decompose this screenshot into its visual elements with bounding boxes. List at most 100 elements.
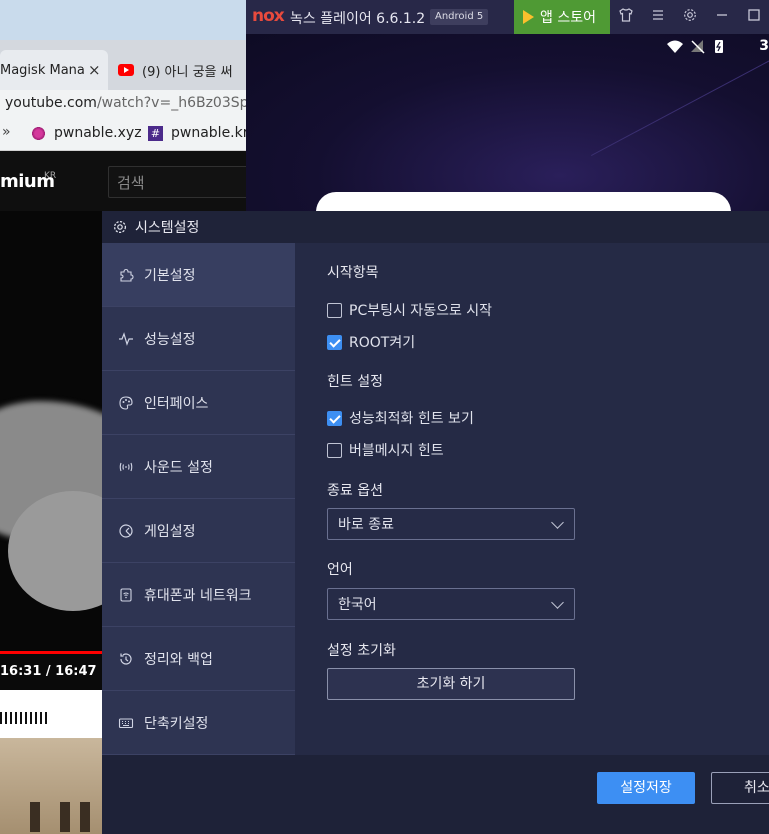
bookmark-label: pwnable.xyz [54,125,142,141]
checkbox-root[interactable]: ROOT켜기 [327,332,415,352]
checkbox-bubble-hint[interactable]: 버블메시지 힌트 [327,440,444,460]
settings-sidebar: 기본설정 성능설정 인터페이스 사운드 설정 게임설정 휴대폰과 네트워크 정리… [102,243,295,755]
android-version-badge: Android 5 [430,9,489,25]
android-wallpaper [246,33,769,211]
tab-label: (9) 아니 궁을 써 [142,64,233,80]
settings-gear-icon[interactable] [680,7,700,27]
bookmark-pwnable-xyz[interactable]: pwnable.xyz [31,125,142,141]
sidebar-item-label: 인터페이스 [144,395,209,412]
pwnable-kr-icon: # [148,125,163,141]
sidebar-item-label: 단축키설정 [144,715,209,732]
play-store-icon [523,10,534,24]
pwnable-xyz-icon [31,125,46,141]
browser-tab-magisk[interactable]: Magisk Mana × [0,50,108,90]
sidebar-item-interface[interactable]: 인터페이스 [102,371,295,435]
checkbox-label: 성능최적화 힌트 보기 [349,411,474,427]
barcode-graphic [0,712,50,724]
settings-gear-icon [113,220,127,234]
app-store-button[interactable]: 앱 스토어 [514,0,610,34]
sound-wave-icon [119,462,133,471]
wifi-device-icon [120,587,132,602]
sidebar-item-backup[interactable]: 정리와 백업 [102,627,295,691]
browser-tab-youtube[interactable]: (9) 아니 궁을 써 [118,50,246,90]
window-shape [60,802,70,832]
history-icon [120,652,132,665]
youtube-icon [118,64,134,76]
select-value: 한국어 [338,597,377,613]
checkbox-label: PC부팅시 자동으로 시작 [349,303,493,319]
checkbox-checked[interactable] [327,334,342,350]
app-store-label: 앱 스토어 [540,10,596,26]
section-title-reset: 설정 초기화 [327,643,396,659]
puzzle-icon [120,268,134,282]
checkbox-perf-hint[interactable]: 성능최적화 힌트 보기 [327,408,474,428]
nox-title: 녹스 플레이어 6.6.1.2 [290,11,426,27]
sidebar-item-shortcuts[interactable]: 단축키설정 [102,691,295,755]
sidebar-item-label: 정리와 백업 [144,651,213,668]
checkbox-checked[interactable] [327,410,342,426]
url-path: /watch?v=_h6Bz03Spw0 [96,95,246,111]
dialog-footer: 설정저장 취소 [102,755,769,834]
sidebar-item-label: 기본설정 [144,267,196,284]
status-clock: 3 [759,38,769,54]
android-search-card[interactable] [316,192,731,211]
sidebar-item-label: 사운드 설정 [144,459,213,476]
checkbox-unchecked[interactable] [327,442,342,458]
sidebar-item-basic[interactable]: 기본설정 [102,243,295,307]
sidebar-item-label: 게임설정 [144,523,196,540]
minimize-icon[interactable] [712,7,732,27]
window-shape [80,802,90,832]
select-value: 바로 종료 [338,517,394,533]
android-status-bar: 3 [665,36,769,58]
shirt-icon[interactable] [616,7,636,27]
settings-content: 시작항목 PC부팅시 자동으로 시작 ROOT켜기 힌트 설정 성능최적화 힌트… [295,243,769,755]
sidebar-item-label: 휴대폰과 네트워크 [144,587,252,604]
browser-titlebar [0,0,246,40]
sidebar-item-sound[interactable]: 사운드 설정 [102,435,295,499]
region-label: KR [44,171,57,181]
menu-icon[interactable] [648,7,668,27]
cancel-button[interactable]: 취소 [711,772,769,804]
system-settings-dialog: 시스템설정 기본설정 성능설정 인터페이스 사운드 설정 게임설정 휴대폰과 네… [102,211,769,834]
checkbox-label: ROOT켜기 [349,335,416,351]
reset-button[interactable]: 초기화 하기 [327,668,575,700]
browser-tabstrip: Magisk Mana × (9) 아니 궁을 써 [0,40,246,90]
chevron-down-icon [551,596,564,609]
youtube-search-input[interactable]: 검색 [108,166,246,198]
dialog-title: 시스템설정 [135,220,200,236]
sidebar-item-phone-network[interactable]: 휴대폰과 네트워크 [102,563,295,627]
nox-logo: nox [252,6,285,26]
section-title-startup: 시작항목 [327,265,379,281]
maximize-icon[interactable] [744,7,764,27]
bookmarks-more-icon[interactable]: » [2,124,11,140]
pulse-icon [119,331,133,346]
tab-label: Magisk Mana [0,62,85,78]
keyboard-icon [118,717,134,728]
section-title-hints: 힌트 설정 [327,374,383,390]
section-title-language: 언어 [327,562,353,578]
gauge-icon [119,523,133,538]
nox-player-window: nox 녹스 플레이어 6.6.1.2 Android 5 앱 스토어 3 [246,0,769,211]
section-title-exit: 종료 옵션 [327,483,383,499]
bookmarks-bar: » pwnable.xyz # pwnable.kr [0,118,246,151]
address-bar[interactable]: youtube.com/watch?v=_h6Bz03Spw0 [0,90,246,118]
dialog-titlebar[interactable]: 시스템설정 [102,211,769,243]
video-time: 16:31 / 16:47 [0,664,97,679]
close-icon[interactable]: × [88,61,101,79]
youtube-header: mium KR 검색 [0,151,246,211]
window-shape [30,802,40,832]
sidebar-item-game[interactable]: 게임설정 [102,499,295,563]
nox-titlebar: nox 녹스 플레이어 6.6.1.2 Android 5 앱 스토어 [246,0,769,34]
chevron-down-icon [551,516,564,529]
bookmark-label: pwnable.kr [171,125,246,141]
sidebar-item-performance[interactable]: 성능설정 [102,307,295,371]
palette-icon [119,395,133,410]
url-host: youtube.com [5,95,97,111]
checkbox-auto-start[interactable]: PC부팅시 자동으로 시작 [327,300,492,320]
bookmark-pwnable-kr[interactable]: # pwnable.kr [148,125,246,141]
language-select[interactable]: 한국어 [327,588,575,620]
sidebar-item-label: 성능설정 [144,331,196,348]
save-settings-button[interactable]: 설정저장 [597,772,695,804]
exit-option-select[interactable]: 바로 종료 [327,508,575,540]
checkbox-unchecked[interactable] [327,302,342,318]
